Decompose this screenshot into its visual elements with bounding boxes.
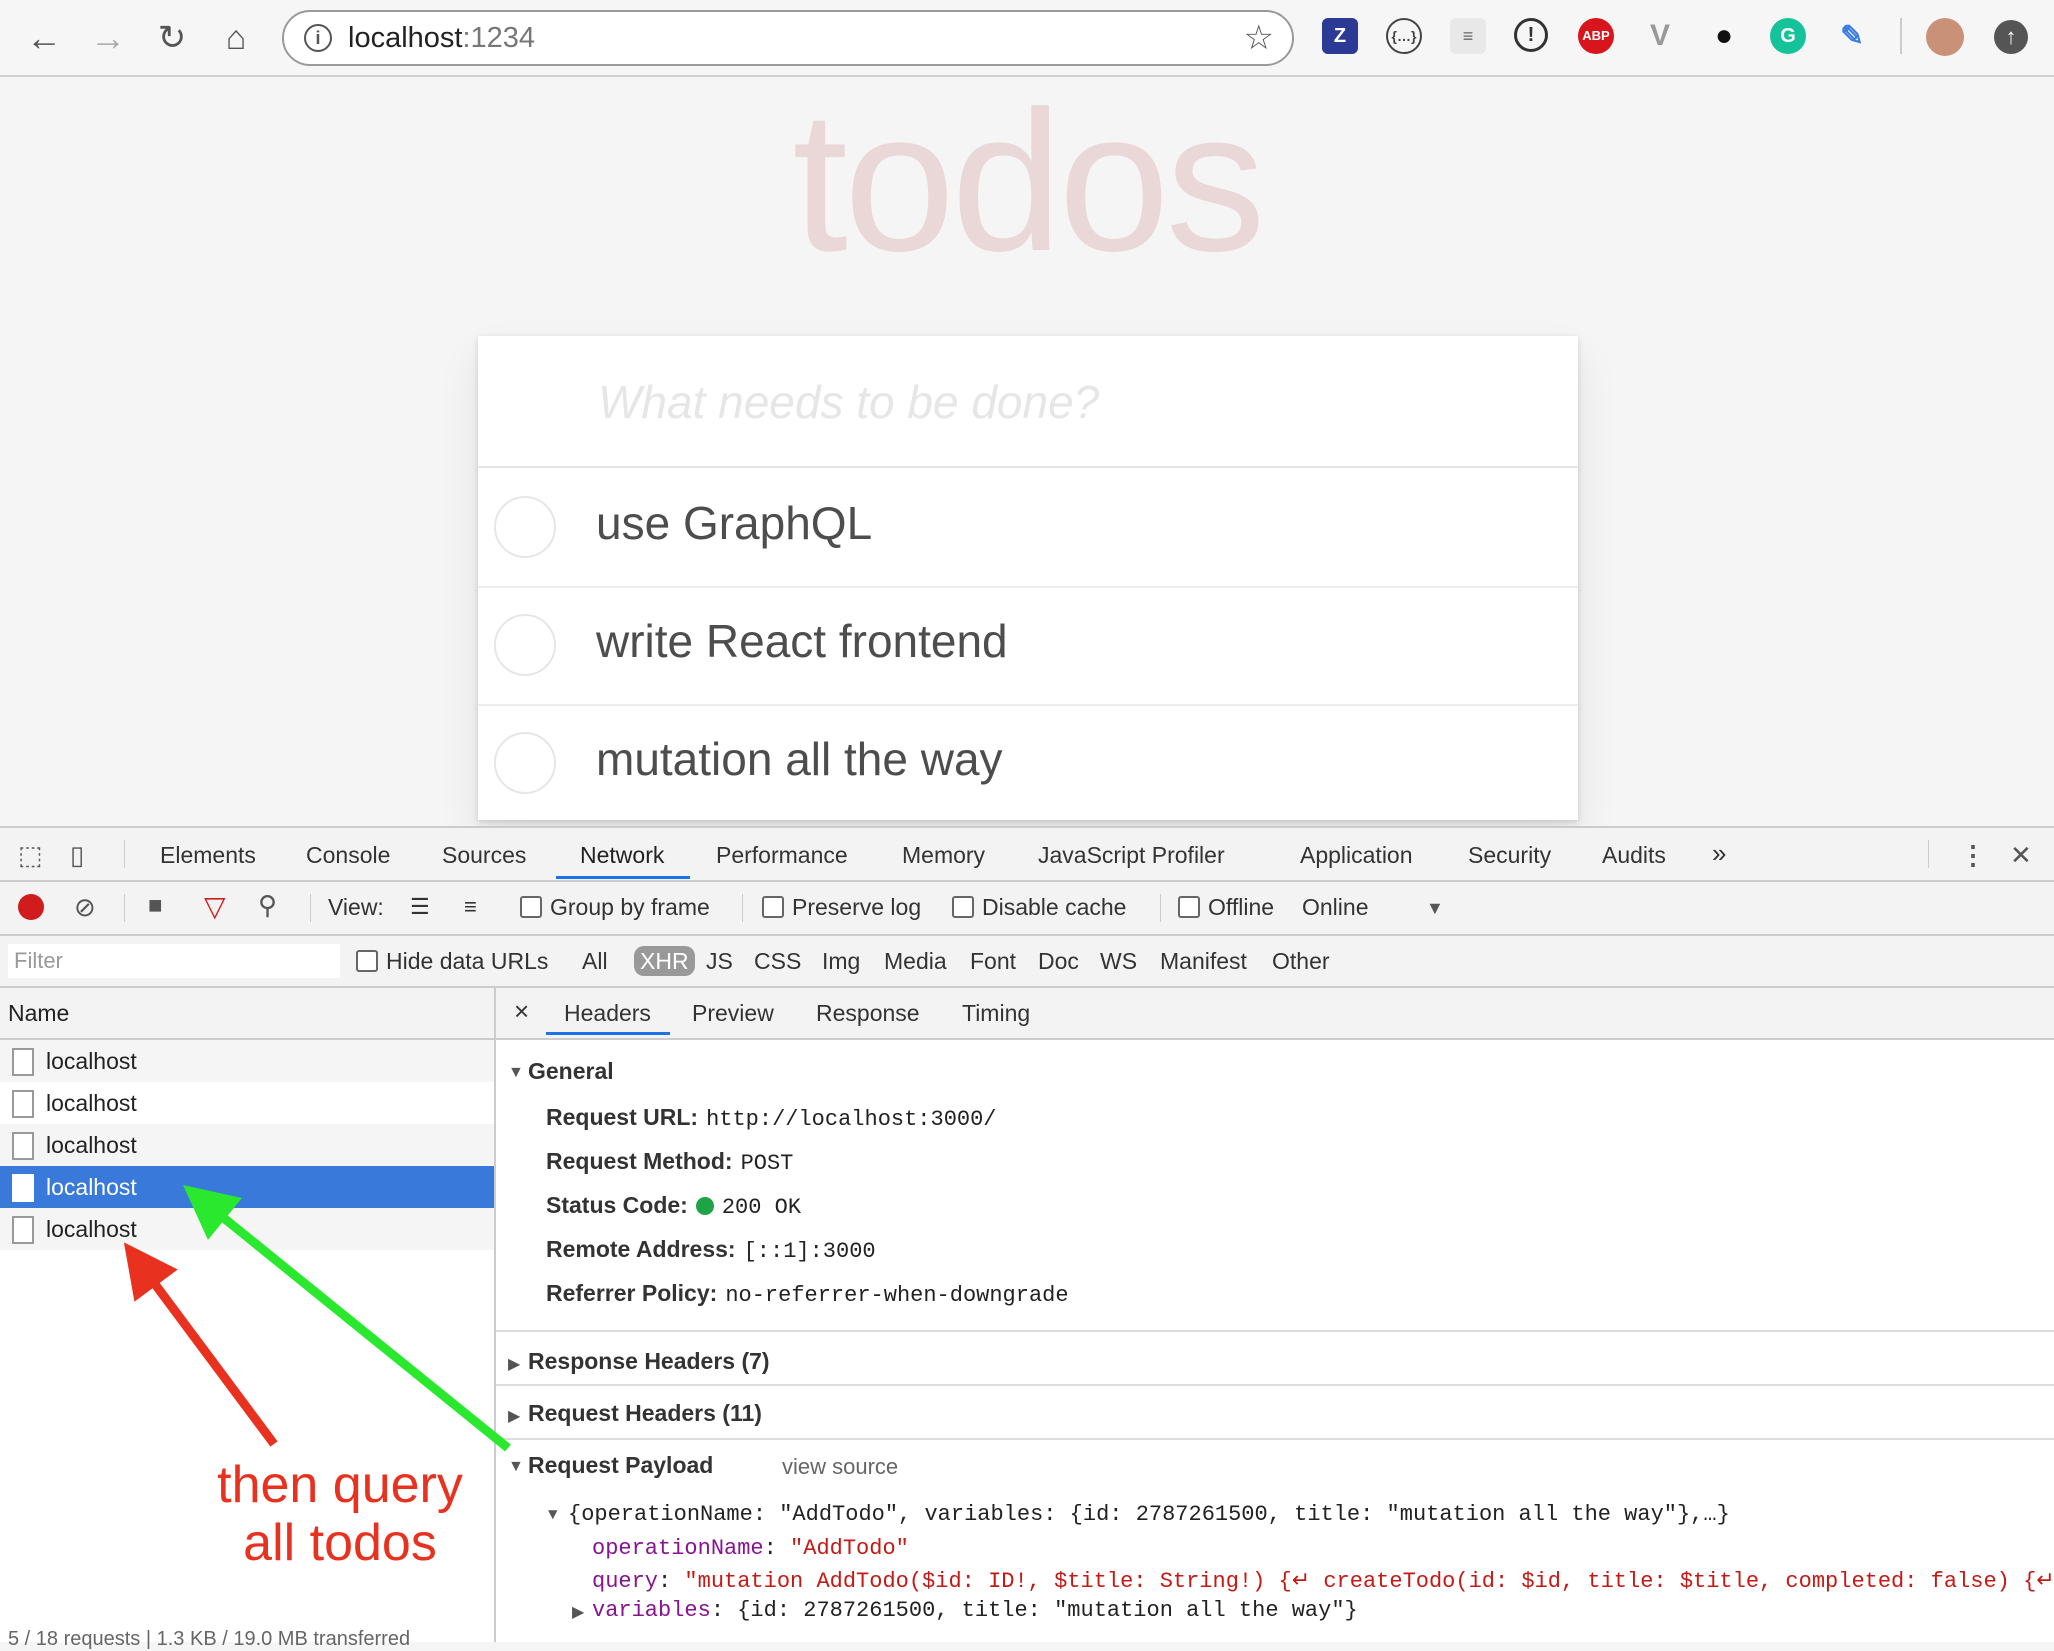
annotation-arrows bbox=[123, 1185, 511, 1452]
red-arrow bbox=[123, 1242, 278, 1447]
